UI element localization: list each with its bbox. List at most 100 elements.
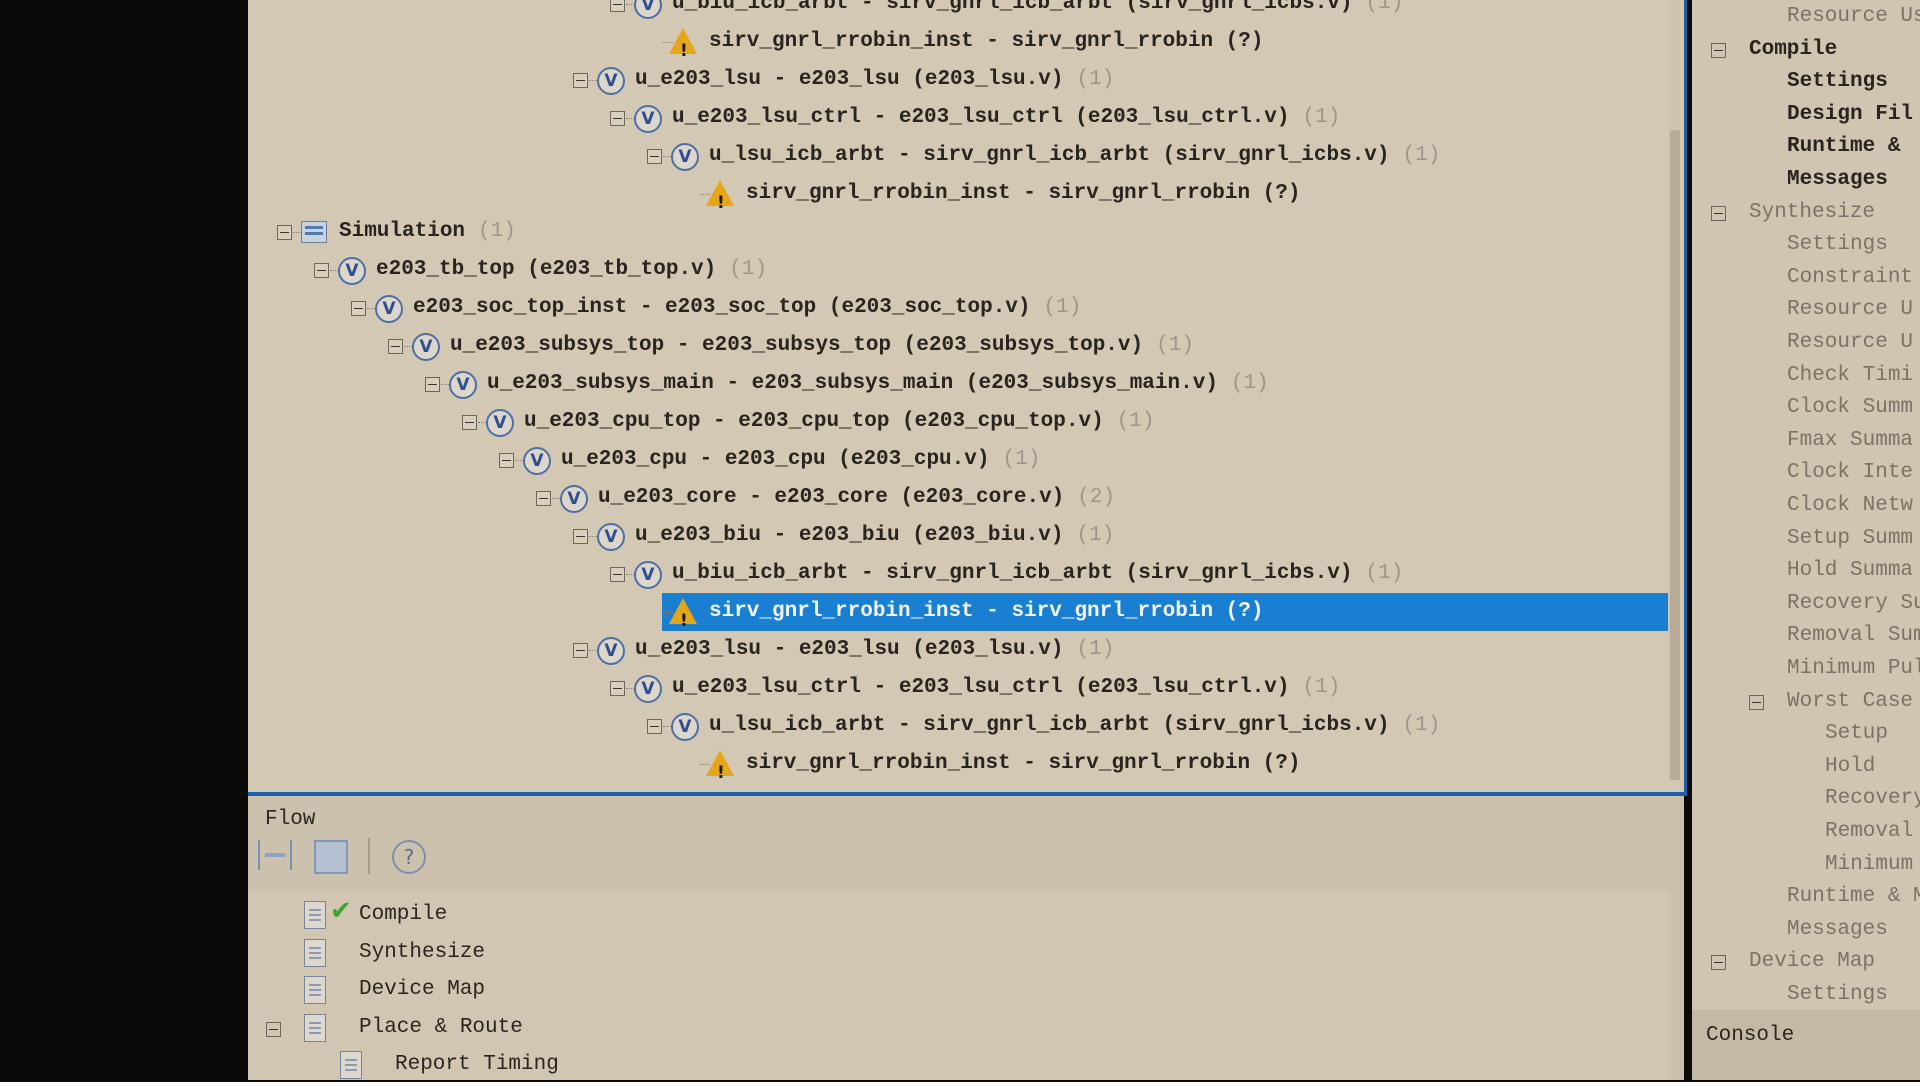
report-item[interactable]: Recovery Su — [1787, 589, 1920, 619]
scrollbar-thumb[interactable] — [1670, 130, 1680, 780]
tree-row[interactable]: ! sirv_gnrl_rrobin_inst - sirv_gnrl_rrobi… — [248, 593, 1670, 631]
report-item[interactable]: Hold — [1825, 752, 1875, 782]
flow-item-synthesize[interactable]: Synthesize — [359, 936, 485, 970]
collapse-toggle-icon[interactable] — [536, 491, 551, 506]
flow-item-place-route[interactable]: Place & Route — [359, 1011, 523, 1045]
tree-row[interactable]: ! sirv_gnrl_rrobin_inst - sirv_gnrl_rrobi… — [248, 746, 1668, 783]
console-panel: Console — [1692, 1010, 1920, 1080]
node-name: u_e203_lsu_ctrl - e203_lsu_ctrl (e203_ls… — [672, 676, 1290, 699]
collapse-toggle-icon[interactable] — [610, 567, 625, 582]
collapse-toggle-icon[interactable] — [351, 301, 366, 316]
report-item[interactable]: Compile — [1749, 35, 1837, 65]
report-item[interactable]: Design Fil — [1787, 100, 1913, 130]
flow-item-compile[interactable]: Compile — [359, 898, 447, 932]
report-item[interactable]: Resource U — [1787, 295, 1913, 325]
report-item[interactable]: Messages — [1787, 915, 1888, 945]
collapse-toggle-icon[interactable] — [388, 339, 403, 354]
report-item[interactable]: Settings — [1787, 230, 1888, 260]
verilog-module-icon: V — [523, 447, 551, 475]
help-icon[interactable]: ? — [392, 840, 426, 874]
collapse-toggle-icon[interactable] — [610, 0, 625, 12]
node-name: sirv_gnrl_rrobin_inst - sirv_gnrl_rrobin… — [746, 182, 1301, 205]
collapse-toggle-icon[interactable] — [1711, 205, 1726, 221]
report-item[interactable]: Constraint — [1787, 263, 1913, 293]
tree-row[interactable]: Vu_biu_icb_arbt - sirv_gnrl_icb_arbt (si… — [248, 0, 1668, 22]
node-count: (2) — [1077, 486, 1116, 509]
report-item[interactable]: Messages — [1787, 165, 1888, 195]
tree-row[interactable]: Vu_lsu_icb_arbt - sirv_gnrl_icb_arbt (si… — [248, 708, 1668, 744]
tree-row[interactable]: Vu_e203_lsu_ctrl - e203_lsu_ctrl (e203_l… — [248, 670, 1668, 706]
collapse-toggle-icon[interactable] — [647, 149, 662, 164]
tree-row[interactable]: Simulation (1) — [248, 214, 1668, 250]
flow-item-report-timing[interactable]: Report Timing — [395, 1048, 559, 1082]
expand-all-icon[interactable] — [258, 840, 292, 870]
tree-row[interactable]: Vu_e203_cpu - e203_cpu (e203_cpu.v) (1) — [248, 442, 1668, 478]
report-item[interactable]: Fmax Summa — [1787, 426, 1913, 456]
report-item[interactable]: Hold Summa — [1787, 556, 1913, 586]
collapse-toggle-icon[interactable] — [647, 719, 662, 734]
collapse-toggle-icon[interactable] — [610, 681, 625, 696]
collapse-toggle-icon[interactable] — [573, 73, 588, 88]
report-item[interactable]: Setup Summ — [1787, 524, 1913, 554]
report-item[interactable]: Runtime & M — [1787, 882, 1920, 912]
report-item[interactable]: Settings — [1787, 980, 1888, 1010]
collapse-toggle-icon[interactable] — [499, 453, 514, 468]
tree-row[interactable]: Vu_e203_subsys_main - e203_subsys_main (… — [248, 366, 1668, 402]
tree-row[interactable]: Vu_biu_icb_arbt - sirv_gnrl_icb_arbt (si… — [248, 556, 1668, 592]
report-item[interactable]: Clock Summ — [1787, 393, 1913, 423]
tree-row[interactable]: Ve203_tb_top (e203_tb_top.v) (1) — [248, 252, 1668, 288]
report-item[interactable]: Synthesize — [1749, 198, 1875, 228]
collapse-toggle-icon[interactable] — [425, 377, 440, 392]
tree-row[interactable]: Vu_e203_lsu_ctrl - e203_lsu_ctrl (e203_l… — [248, 100, 1668, 136]
tree-row-label: u_biu_icb_arbt - sirv_gnrl_icb_arbt (sir… — [672, 556, 1403, 592]
report-item[interactable]: Runtime & — [1787, 132, 1900, 162]
collapse-toggle-icon[interactable] — [277, 225, 292, 240]
tree-row[interactable]: Vu_e203_core - e203_core (e203_core.v) (2… — [248, 480, 1668, 516]
tree-row[interactable]: Vu_e203_lsu - e203_lsu (e203_lsu.v) (1) — [248, 632, 1668, 668]
report-item[interactable]: Settings — [1787, 67, 1888, 97]
collapse-toggle-icon[interactable] — [573, 643, 588, 658]
report-item[interactable]: Resource Usag — [1787, 2, 1920, 32]
report-item[interactable]: Check Timi — [1787, 361, 1913, 391]
verilog-module-icon: V — [634, 0, 662, 19]
report-item[interactable]: Device Map — [1749, 947, 1875, 977]
tree-row[interactable]: ! sirv_gnrl_rrobin_inst - sirv_gnrl_rrobi… — [248, 176, 1668, 213]
node-count: (1) — [1302, 676, 1341, 699]
report-item[interactable]: Worst Case — [1787, 687, 1913, 717]
report-item[interactable]: Minimum — [1825, 850, 1913, 880]
collapse-toggle-icon[interactable] — [610, 111, 625, 126]
flow-panel: Flow ? ✔ Compile Synthesize Device Map Place… — [248, 796, 1684, 1080]
report-item[interactable]: Minimum Pul — [1787, 654, 1920, 684]
collapse-toggle-icon[interactable] — [1711, 42, 1726, 58]
collapse-toggle-icon[interactable] — [1711, 955, 1726, 971]
collapse-toggle-icon[interactable] — [266, 1021, 281, 1037]
tree-row[interactable]: Vu_lsu_icb_arbt - sirv_gnrl_icb_arbt (si… — [248, 138, 1668, 174]
tree-row[interactable]: Vu_e203_lsu - e203_lsu (e203_lsu.v) (1) — [248, 62, 1668, 98]
tree-row[interactable]: ! sirv_gnrl_rrobin_inst - sirv_gnrl_rrobi… — [248, 24, 1668, 61]
report-item[interactable]: Clock Netw — [1787, 491, 1913, 521]
node-count: (1) — [1116, 410, 1155, 433]
verilog-module-icon: V — [560, 485, 588, 513]
verilog-module-icon: V — [597, 637, 625, 665]
verilog-module-icon: V — [597, 523, 625, 551]
report-tree-panel: Resource UsagCompileSettingsDesign FilRu… — [1692, 0, 1920, 1010]
tree-row-label: u_e203_cpu_top - e203_cpu_top (e203_cpu_… — [524, 404, 1155, 440]
collapse-all-icon[interactable] — [314, 840, 348, 874]
warning-icon: ! — [669, 598, 697, 631]
tree-row[interactable]: Ve203_soc_top_inst - e203_soc_top (e203_… — [248, 290, 1668, 326]
node-count: (1) — [1076, 524, 1115, 547]
tree-row[interactable]: Vu_e203_biu - e203_biu (e203_biu.v) (1) — [248, 518, 1668, 554]
report-item[interactable]: Recovery — [1825, 784, 1920, 814]
report-item[interactable]: Clock Inte — [1787, 458, 1913, 488]
report-item[interactable]: Removal Sum — [1787, 621, 1920, 651]
collapse-toggle-icon[interactable] — [573, 529, 588, 544]
tree-row[interactable]: Vu_e203_cpu_top - e203_cpu_top (e203_cpu… — [248, 404, 1668, 440]
tree-row[interactable]: Vu_e203_subsys_top - e203_subsys_top (e2… — [248, 328, 1668, 364]
collapse-toggle-icon[interactable] — [314, 263, 329, 278]
collapse-toggle-icon[interactable] — [462, 415, 477, 430]
flow-item-device-map[interactable]: Device Map — [359, 973, 485, 1007]
collapse-toggle-icon[interactable] — [1749, 694, 1764, 710]
report-item[interactable]: Resource U — [1787, 328, 1913, 358]
report-item[interactable]: Removal — [1825, 817, 1913, 847]
report-item[interactable]: Setup — [1825, 719, 1888, 749]
